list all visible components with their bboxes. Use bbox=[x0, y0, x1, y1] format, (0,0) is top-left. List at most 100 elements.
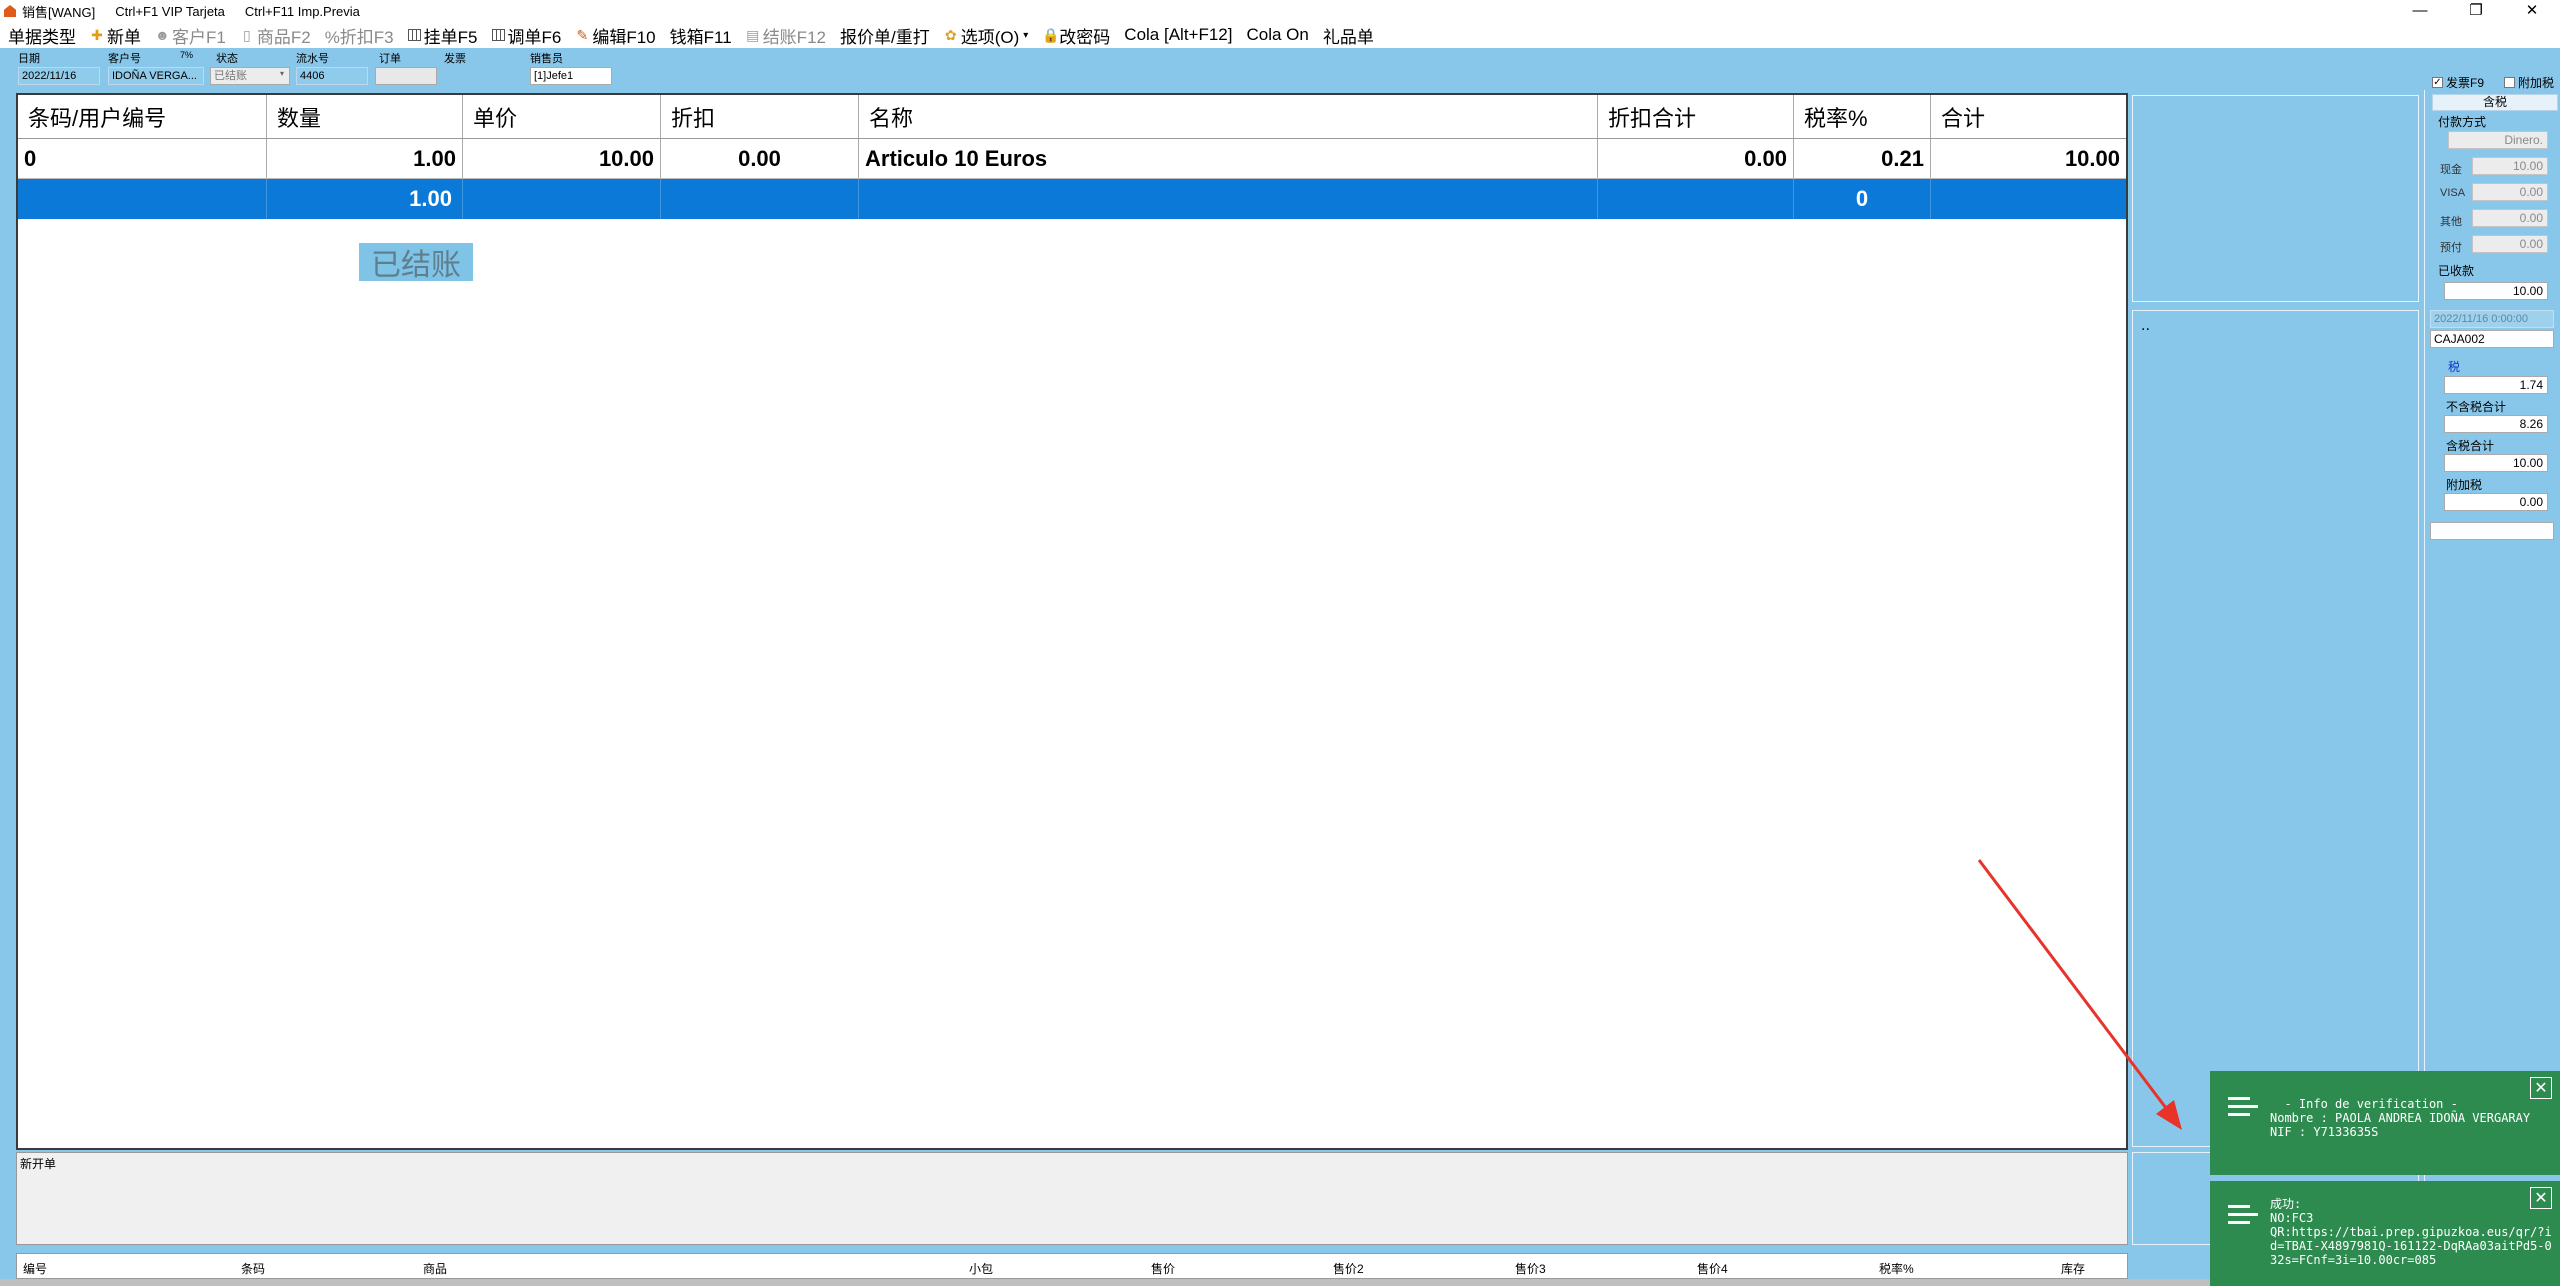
col-name[interactable]: 名称 bbox=[859, 95, 1598, 138]
order-input[interactable] bbox=[375, 67, 437, 85]
total-amount: 10.00 bbox=[2444, 454, 2548, 472]
menu-checkout-button[interactable]: ▤ 结账F12 bbox=[746, 23, 826, 48]
checkbox-icon bbox=[2504, 77, 2515, 88]
toast-verification: ✕ - Info de verification - Nombre : PAOLA… bbox=[2210, 1071, 2560, 1175]
plist-col-price4[interactable]: 售价4 bbox=[1697, 1260, 1728, 1277]
grid-header-row: 条码/用户编号 数量 单价 折扣 名称 折扣合计 税率% 合计 bbox=[18, 95, 2126, 139]
register-input[interactable]: CAJA002 bbox=[2430, 330, 2554, 348]
menu-product-button[interactable]: ▯ 商品F2 bbox=[240, 23, 311, 48]
serial-input[interactable]: 4406 bbox=[296, 67, 368, 85]
sales-grid: 条码/用户编号 数量 单价 折扣 名称 折扣合计 税率% 合计 0 1.00 1… bbox=[16, 93, 2128, 1150]
col-total[interactable]: 合计 bbox=[1931, 95, 2126, 138]
menu-cola-on-button[interactable]: Cola On bbox=[1247, 25, 1309, 45]
menu-options-button[interactable]: ✿ 选项(O) ▾ bbox=[944, 23, 1029, 48]
col-discount[interactable]: 折扣 bbox=[661, 95, 859, 138]
surcharge-amount: 0.00 bbox=[2444, 493, 2548, 511]
prepaid-input[interactable]: 0.00 bbox=[2472, 235, 2548, 253]
menu-discount-button[interactable]: %折扣F3 bbox=[325, 23, 394, 48]
grid-icon bbox=[407, 29, 421, 41]
app-icon bbox=[4, 5, 16, 17]
menu-cashbox-button[interactable]: 钱箱F11 bbox=[670, 23, 732, 48]
plist-col-code[interactable]: 编号 bbox=[23, 1260, 47, 1277]
visa-input[interactable]: 0.00 bbox=[2472, 183, 2548, 201]
menu-customer-button[interactable]: ☻ 客户F1 bbox=[155, 23, 226, 48]
summary-quantity: 1.00 bbox=[267, 179, 463, 219]
plist-col-pack[interactable]: 小包 bbox=[969, 1260, 993, 1277]
menu-new-button[interactable]: ✚ 新单 bbox=[90, 23, 141, 48]
chevron-down-icon: ▾ bbox=[280, 69, 285, 78]
cash-input[interactable]: 10.00 bbox=[2472, 157, 2548, 175]
menu-change-password-button[interactable]: 🔒 改密码 bbox=[1042, 23, 1110, 48]
plist-col-price3[interactable]: 售价3 bbox=[1515, 1260, 1546, 1277]
restore-icon[interactable]: ❐ bbox=[2448, 0, 2504, 22]
menu-quote-button[interactable]: 报价单/重打 bbox=[840, 23, 930, 48]
menu-bar: 单据类型 ✚ 新单 ☻ 客户F1 ▯ 商品F2 %折扣F3 挂单F5 调单F6 ✎ 编辑… bbox=[0, 22, 2560, 48]
tab-tax-included[interactable]: 含税 bbox=[2432, 94, 2558, 111]
table-row[interactable]: 0 1.00 10.00 0.00 Articulo 10 Euros 0.00… bbox=[18, 139, 2126, 179]
window-controls: — ❐ ✕ bbox=[2392, 0, 2560, 22]
payment-method-input[interactable]: Dinero. bbox=[2448, 131, 2548, 149]
customer-input[interactable]: IDOÑA VERGA... bbox=[108, 67, 204, 85]
hint-preview: Ctrl+F11 Imp.Previa bbox=[244, 3, 360, 19]
menu-adjust-button[interactable]: 调单F6 bbox=[491, 23, 561, 48]
minimize-icon[interactable]: — bbox=[2392, 0, 2448, 22]
plist-col-price[interactable]: 售价 bbox=[1151, 1260, 1175, 1277]
plist-col-price2[interactable]: 售价2 bbox=[1333, 1260, 1364, 1277]
hint-vip: Ctrl+F1 VIP Tarjeta bbox=[115, 3, 225, 19]
seller-input[interactable]: [1]Jefe1 bbox=[530, 67, 612, 85]
notes-panel[interactable]: 新开单 bbox=[16, 1152, 2128, 1245]
notes-label: 新开单 bbox=[20, 1157, 57, 1171]
toast-success: ✕ 成功: NO:FC3 QR:https://tbai.prep.gipuzkoa… bbox=[2210, 1181, 2560, 1286]
checkout-icon: ▤ bbox=[746, 27, 760, 43]
datetime-field: 2022/11/16 0:00:00 bbox=[2430, 310, 2554, 328]
document-icon: ▯ bbox=[242, 27, 251, 43]
info-panel-main: .. bbox=[2132, 310, 2419, 1147]
col-barcode[interactable]: 条码/用户编号 bbox=[18, 95, 267, 138]
status-select[interactable]: 已结账 bbox=[210, 67, 290, 85]
pretax-label: 不含税合计 bbox=[2446, 400, 2507, 414]
plist-col-tax[interactable]: 税率% bbox=[1879, 1260, 1914, 1277]
info-panel-top bbox=[2132, 95, 2419, 302]
plist-col-product[interactable]: 商品 bbox=[423, 1260, 447, 1277]
plus-icon: ✚ bbox=[91, 27, 103, 43]
date-input[interactable]: 2022/11/16 bbox=[18, 67, 100, 85]
horizontal-scrollbar[interactable] bbox=[0, 1279, 2560, 1286]
col-discount-total[interactable]: 折扣合计 bbox=[1598, 95, 1794, 138]
grid-icon bbox=[491, 29, 505, 41]
document-header: 日期 2022/11/16 客户号 7% IDOÑA VERGA... 状态 已… bbox=[0, 48, 2560, 90]
menu-doc-type[interactable]: 单据类型 bbox=[8, 23, 76, 48]
payment-method-label: 付款方式 bbox=[2438, 115, 2487, 129]
menu-gift-button[interactable]: 礼品单 bbox=[1323, 23, 1374, 48]
checkbox-checked-icon: ✓ bbox=[2432, 77, 2443, 88]
close-icon[interactable]: ✕ bbox=[2504, 0, 2560, 22]
tax-label: 税 bbox=[2448, 360, 2461, 374]
menu-icon bbox=[2228, 1205, 2258, 1225]
tax-amount: 1.74 bbox=[2444, 376, 2548, 394]
toast-success-text: 成功: NO:FC3 QR:https://tbai.prep.gipuzkoa.e… bbox=[2270, 1197, 2552, 1267]
title-bar: 销售[WANG] Ctrl+F1 VIP Tarjeta Ctrl+F11 Im… bbox=[0, 0, 2560, 22]
plist-col-stock[interactable]: 库存 bbox=[2061, 1260, 2085, 1277]
menu-edit-button[interactable]: ✎ 编辑F10 bbox=[575, 23, 655, 48]
invoice-checkbox[interactable]: ✓ 发票F9 bbox=[2432, 74, 2484, 91]
info-dots: .. bbox=[2141, 317, 2150, 334]
close-icon[interactable]: ✕ bbox=[2530, 1077, 2552, 1099]
surcharge-checkbox[interactable]: 附加税 bbox=[2504, 74, 2554, 91]
menu-hold-button[interactable]: 挂单F5 bbox=[407, 23, 478, 48]
users-icon: ☻ bbox=[155, 27, 170, 43]
other-input[interactable]: 0.00 bbox=[2472, 209, 2548, 227]
dropdown-arrow-icon: ▾ bbox=[1023, 29, 1029, 41]
received-label: 已收款 bbox=[2438, 264, 2475, 278]
received-input[interactable]: 10.00 bbox=[2444, 282, 2548, 300]
col-quantity[interactable]: 数量 bbox=[267, 95, 463, 138]
total-label: 含税合计 bbox=[2446, 439, 2495, 453]
col-tax-rate[interactable]: 税率% bbox=[1794, 95, 1931, 138]
col-unit-price[interactable]: 单价 bbox=[463, 95, 661, 138]
menu-cola-button[interactable]: Cola [Alt+F12] bbox=[1124, 25, 1232, 45]
sidebar-extra-input[interactable] bbox=[2430, 522, 2554, 540]
window-title: 销售[WANG] bbox=[22, 4, 96, 20]
plist-col-barcode[interactable]: 条码 bbox=[241, 1260, 265, 1277]
grid-summary-row[interactable]: 1.00 0 bbox=[18, 179, 2126, 219]
lock-icon: 🔒 bbox=[1042, 27, 1060, 43]
menu-icon bbox=[2228, 1097, 2258, 1117]
customer-discount-badge: 7% bbox=[180, 50, 194, 60]
